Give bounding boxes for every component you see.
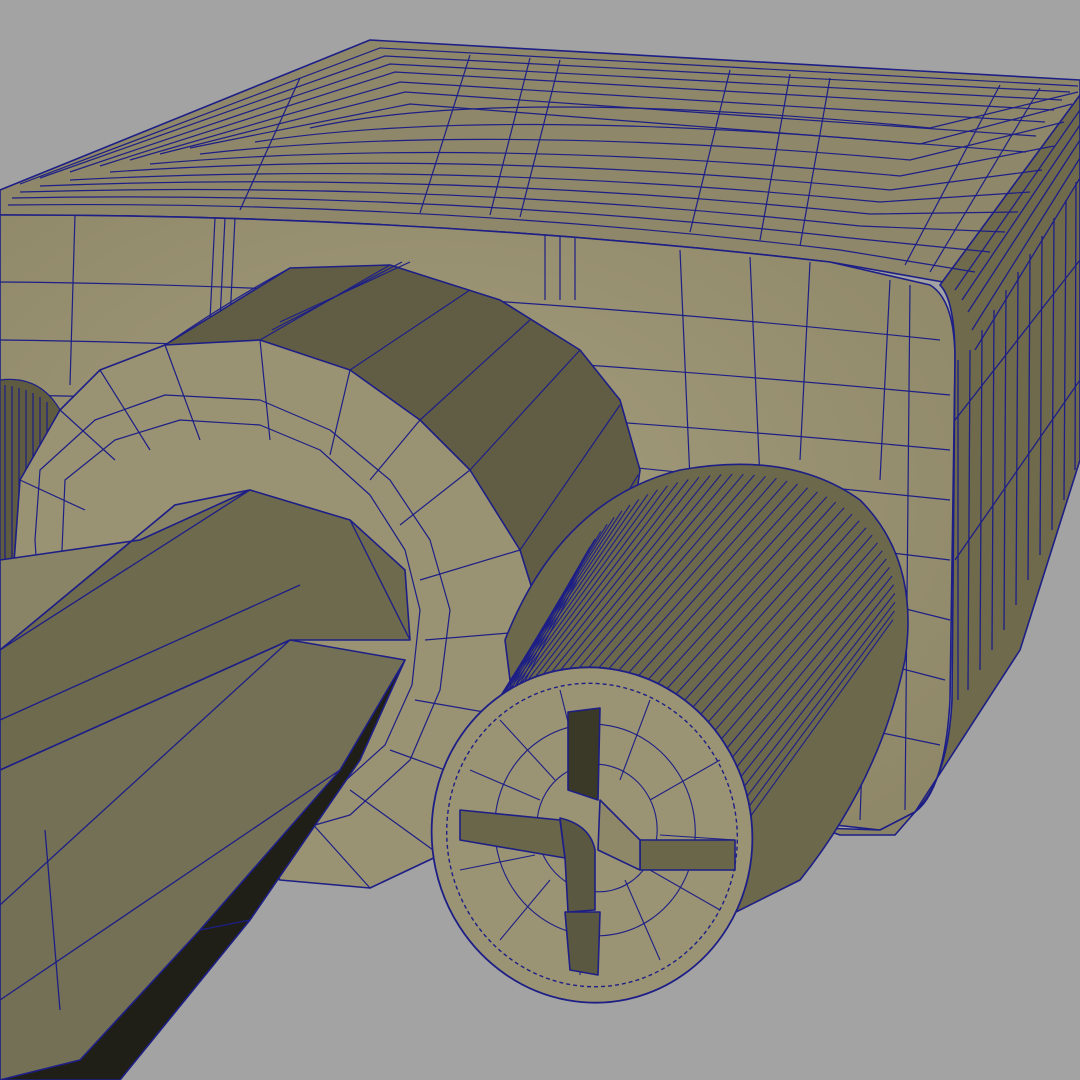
3d-viewport[interactable]: [0, 0, 1080, 1080]
viewport-canvas[interactable]: [0, 0, 1080, 1080]
